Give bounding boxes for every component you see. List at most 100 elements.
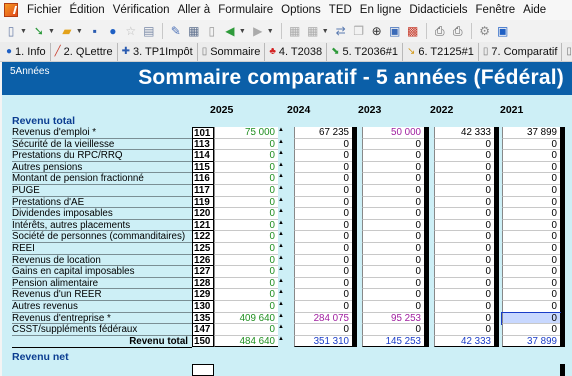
open-folder-icon[interactable]: ▰	[59, 23, 75, 39]
value-cell-2022[interactable]: 0	[434, 161, 494, 174]
value-cell-2024[interactable]: 0	[294, 289, 352, 301]
value-cell-2022[interactable]: 0	[434, 150, 494, 162]
tab-info[interactable]: ● 1. Info	[2, 42, 51, 61]
value-cell-2024[interactable]: 0	[294, 324, 352, 336]
value-cell-2025[interactable]: 75 000	[214, 127, 278, 139]
value-cell-2022[interactable]: 0	[434, 242, 494, 255]
menu-ted[interactable]: TED	[325, 4, 356, 16]
value-cell-2023[interactable]: 0	[362, 173, 424, 185]
save-icon[interactable]: ▪	[87, 23, 103, 39]
value-cell-2022[interactable]: 0	[434, 138, 494, 151]
value-cell-2023[interactable]: 0	[362, 242, 424, 255]
chevron-down-icon[interactable]: ▼	[267, 28, 274, 35]
forward-arrow-icon[interactable]: ▶	[250, 23, 266, 39]
value-cell-2021[interactable]: 0	[502, 254, 560, 267]
value-cell-2023[interactable]: 0	[362, 300, 424, 313]
tab-sommaire[interactable]: ▯ Sommaire	[198, 42, 266, 61]
value-cell-2025[interactable]: 0	[214, 231, 278, 243]
tab-comparatif[interactable]: ▯ 7. Comparatif	[479, 42, 563, 61]
value-cell-2024[interactable]: 0	[294, 300, 352, 313]
menu-en-ligne[interactable]: En ligne	[356, 4, 406, 16]
value-cell-2025[interactable]: 0	[214, 173, 278, 185]
value-cell-2025[interactable]: 0	[214, 219, 278, 232]
value-cell-2025[interactable]: 0	[214, 277, 278, 290]
chart-icon[interactable]: ▩	[405, 23, 421, 39]
menu-aide[interactable]: Aide	[519, 4, 550, 16]
settings-icon[interactable]: ⚙	[477, 23, 493, 39]
value-cell-2022[interactable]: 0	[434, 184, 494, 197]
value-cell-2022[interactable]: 0	[434, 208, 494, 220]
value-cell-2025[interactable]: 0	[214, 254, 278, 267]
value-cell-2021[interactable]: 0	[502, 231, 560, 243]
value-cell-2023[interactable]: 50 000	[362, 127, 424, 139]
value-cell-2023[interactable]: 0	[362, 254, 424, 267]
value-cell-2023[interactable]: 0	[362, 150, 424, 162]
value-cell-2022[interactable]: 0	[434, 289, 494, 301]
value-cell-2021[interactable]: 0	[502, 150, 560, 162]
value-cell-2025[interactable]: 0	[214, 138, 278, 151]
back-arrow-icon[interactable]: ◀	[222, 23, 238, 39]
value-cell-2023[interactable]: 0	[362, 219, 424, 232]
value-cell-2023[interactable]: 0	[362, 161, 424, 174]
chevron-down-icon[interactable]: ▼	[20, 28, 27, 35]
value-cell-2025[interactable]: 0	[214, 161, 278, 174]
value-cell-2023[interactable]: 0	[362, 196, 424, 209]
tab-8[interactable]: ▯8	[562, 43, 572, 61]
chevron-down-icon[interactable]: ▼	[239, 28, 246, 35]
value-cell-2025[interactable]: 0	[214, 324, 278, 336]
value-cell-2023[interactable]: 0	[362, 266, 424, 278]
value-cell-2021[interactable]: 0	[502, 208, 560, 220]
value-cell-2024[interactable]: 0	[294, 254, 352, 267]
info-icon[interactable]: ●	[105, 23, 121, 39]
value-cell-2024[interactable]: 0	[294, 277, 352, 290]
value-cell-2025[interactable]: 0	[214, 184, 278, 197]
value-cell-2021[interactable]: 0	[502, 219, 560, 232]
value-cell-2021[interactable]: 0	[502, 173, 560, 185]
value-cell-2025[interactable]: 0	[214, 242, 278, 255]
copy-icon[interactable]: ❐	[351, 23, 367, 39]
spinner-icon[interactable]: ▲	[278, 139, 284, 151]
value-cell-2021[interactable]: 0	[502, 161, 560, 174]
menu-edition[interactable]: Édition	[66, 4, 109, 16]
spinner-icon[interactable]: ▲	[278, 220, 284, 232]
menu-didacticiels[interactable]: Didacticiels	[405, 4, 471, 16]
table-icon[interactable]: ▣	[387, 23, 403, 39]
transfer-icon[interactable]: ⇄	[333, 23, 349, 39]
value-cell-2024[interactable]: 0	[294, 208, 352, 220]
value-cell-2022[interactable]: 0	[434, 219, 494, 232]
help-icon[interactable]: ▣	[495, 23, 511, 39]
value-cell-2022[interactable]: 0	[434, 277, 494, 290]
value-cell-2021[interactable]: 0	[502, 184, 560, 197]
tab-qlettre[interactable]: ╱ 2. QLettre	[51, 42, 118, 61]
value-cell-2022[interactable]: 0	[434, 300, 494, 313]
spinner-icon[interactable]: ▲	[278, 278, 284, 290]
value-cell-2025[interactable]: 0	[214, 150, 278, 162]
spinner-icon[interactable]: ▲	[278, 301, 284, 313]
value-cell-2024[interactable]: 0	[294, 138, 352, 151]
spinner-icon[interactable]: ▲	[278, 255, 284, 267]
chevron-down-icon[interactable]: ▼	[76, 28, 83, 35]
value-cell-2022[interactable]: 42 333	[434, 127, 494, 139]
value-cell-2023[interactable]: 0	[362, 208, 424, 220]
value-cell-2023[interactable]: 0	[362, 289, 424, 301]
spinner-icon[interactable]: ▲	[278, 313, 284, 325]
spinner-icon[interactable]: ▲	[278, 197, 284, 209]
chevron-down-icon[interactable]: ▼	[48, 28, 55, 35]
spinner-icon[interactable]: ▲	[278, 185, 284, 197]
value-cell-2023[interactable]: 0	[362, 231, 424, 243]
value-cell-2022[interactable]: 0	[434, 312, 494, 325]
spinner-icon[interactable]: ▲	[278, 127, 284, 139]
value-cell-2021[interactable]: 37 899	[502, 127, 560, 139]
value-cell-2025[interactable]: 0	[214, 196, 278, 209]
value-cell-2021[interactable]: 0	[502, 324, 560, 336]
menu-verification[interactable]: Vérification	[109, 4, 174, 16]
spinner-icon[interactable]: ▲	[278, 173, 284, 185]
value-cell-2022[interactable]: 0	[434, 254, 494, 267]
menu-formulaire[interactable]: Formulaire	[214, 4, 277, 16]
menu-options[interactable]: Options	[277, 4, 325, 16]
chevron-down-icon[interactable]: ▼	[322, 28, 329, 35]
value-cell-2022[interactable]: 0	[434, 231, 494, 243]
spinner-icon[interactable]: ▲	[278, 243, 284, 255]
value-cell-2021[interactable]: 0	[502, 242, 560, 255]
value-cell-2021[interactable]: 0	[502, 266, 560, 278]
